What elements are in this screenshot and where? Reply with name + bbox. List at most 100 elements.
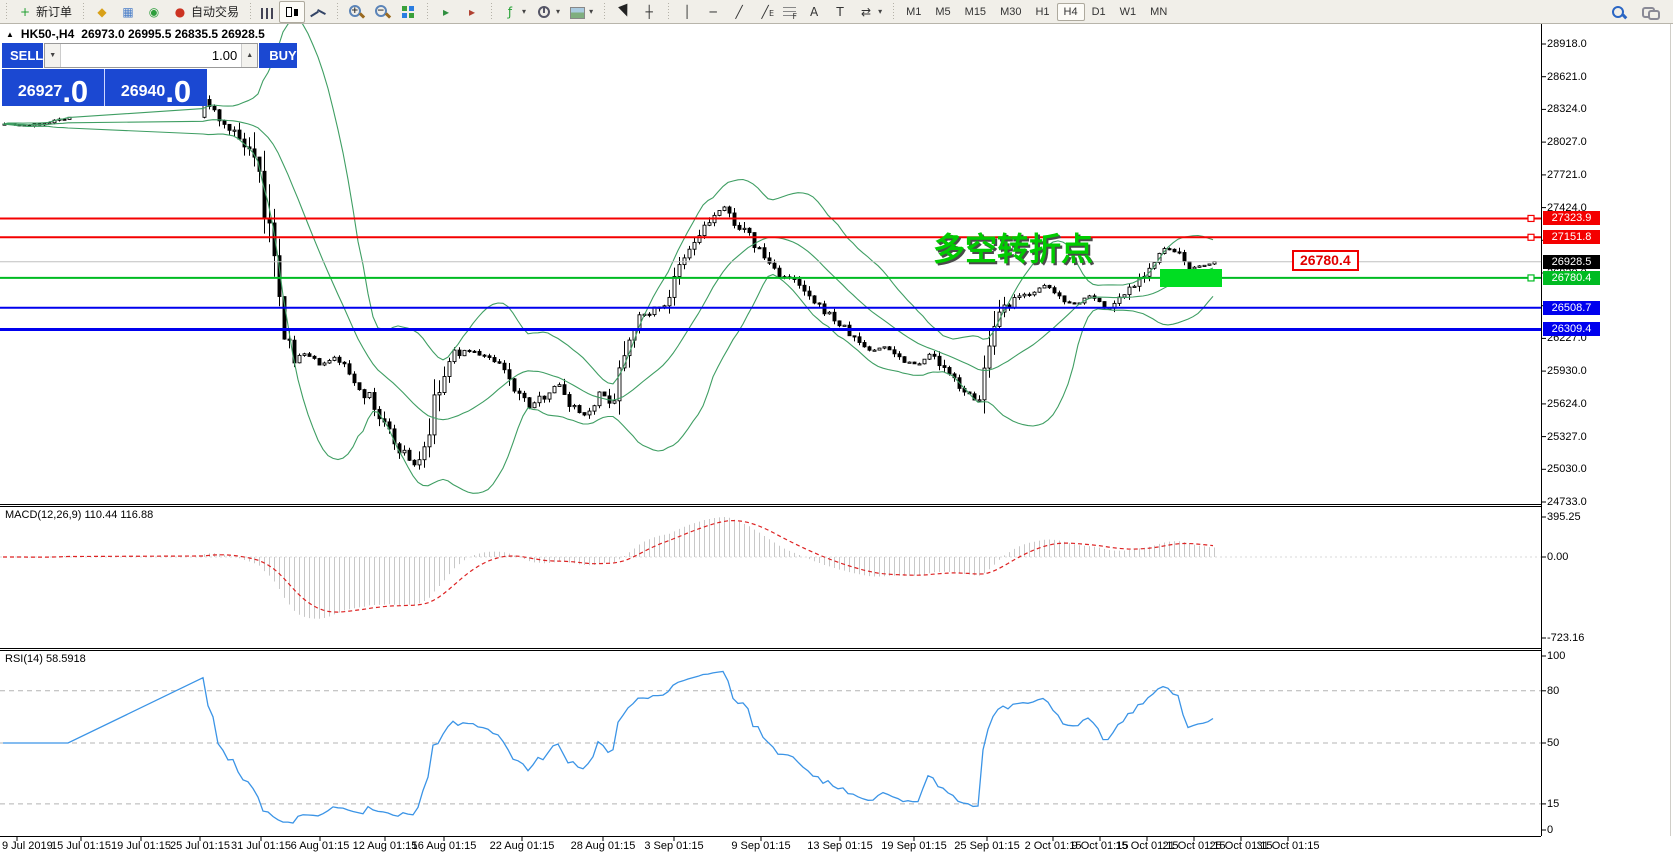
indicators-dropdown-icon[interactable]: ▾ [522, 7, 526, 16]
horizontal-level-lines [0, 215, 1541, 329]
resistance-line-1-price-chip: 27323.9 [1543, 211, 1600, 225]
crosshair-icon: ┼ [641, 4, 657, 20]
fibonacci-button[interactable]: F [778, 1, 801, 23]
x-axis-label: 19 Sep 01:15 [881, 840, 946, 852]
crosshair-button[interactable]: ┼ [636, 1, 662, 23]
resistance-line-2-handle[interactable] [1528, 234, 1534, 240]
bar-chart-button[interactable] [256, 1, 279, 23]
new-order-button[interactable]: +新订单 [12, 1, 77, 23]
signals-icon: ◉ [146, 4, 162, 20]
timeframe-h4-button[interactable]: H4 [1057, 3, 1085, 21]
auto-scroll-button[interactable]: ▸ [433, 1, 459, 23]
templates-icon [570, 7, 585, 19]
volume-decrease-button[interactable]: ▼ [45, 44, 61, 67]
search-button[interactable] [1605, 1, 1631, 23]
market-watch-icon: ◆ [94, 4, 110, 20]
tile-windows-button[interactable] [395, 1, 421, 23]
sell-button[interactable]: SELL [2, 43, 43, 68]
indicators-button[interactable]: ƒ▾ [497, 1, 531, 23]
toolbar-buttons: +新订单◆▦◉●自动交易+−▸▸ƒ▾▾▾┼│─╱╱EFAT⇄▾M1M5M15M3… [0, 0, 1605, 23]
toolbar-right [1605, 1, 1673, 23]
toolbar-separator [4, 3, 8, 21]
text-label-button[interactable]: T [827, 1, 853, 23]
y-axis-tick-label: 28027.0 [1547, 136, 1587, 148]
macd-signal-line [3, 521, 1213, 613]
chart-shift-button[interactable]: ▸ [459, 1, 485, 23]
buy-price[interactable]: 26940.0 [104, 69, 207, 106]
text-button[interactable]: A [801, 1, 827, 23]
signals-button[interactable]: ◉ [141, 1, 167, 23]
equidistant-channel-button[interactable]: ╱E [752, 1, 778, 23]
candlestick-chart-icon [284, 4, 300, 20]
timeframe-m1-button[interactable]: M1 [899, 3, 928, 21]
timeframe-m15-button[interactable]: M15 [958, 3, 993, 21]
rsi-axis-label: 80 [1547, 685, 1559, 697]
x-axis-label: 19 Jul 01:15 [111, 840, 171, 852]
arrows-button[interactable]: ⇄▾ [853, 1, 887, 23]
vertical-line-button[interactable]: │ [674, 1, 700, 23]
arrows-dropdown-icon[interactable]: ▾ [878, 7, 882, 16]
text-label-icon: T [832, 4, 848, 20]
macd-histogram [5, 517, 1215, 619]
rsi-axis-label: 0 [1547, 824, 1553, 836]
volume-input[interactable] [61, 44, 241, 67]
candlestick-series [3, 95, 1216, 469]
toolbar-separator [425, 3, 429, 21]
ohlc-values: 26973.0 26995.5 26835.5 26928.5 [81, 27, 265, 41]
timeframe-d1-button[interactable]: D1 [1085, 3, 1113, 21]
x-axis-label: 31 Jul 01:15 [231, 840, 291, 852]
annotation-price-label[interactable]: 26780.4 [1292, 250, 1359, 271]
pivot-line-handle[interactable] [1528, 275, 1534, 281]
collapse-panel-icon[interactable]: ▲ [6, 30, 14, 39]
y-axis-tick-label: 25327.0 [1547, 431, 1587, 443]
highlight-zone-rectangle[interactable] [1160, 269, 1222, 287]
x-axis-label: 9 Sep 01:15 [731, 840, 790, 852]
zoom-in-button[interactable]: + [343, 1, 369, 23]
cursor-icon [615, 4, 631, 20]
templates-dropdown-icon[interactable]: ▾ [589, 7, 593, 16]
timeframe-mn-button[interactable]: MN [1143, 3, 1174, 21]
auto-trading-button[interactable]: ●自动交易 [167, 1, 244, 23]
buy-button[interactable]: BUY [259, 43, 296, 68]
candlestick-chart-button[interactable] [279, 1, 305, 23]
timeframe-w1-button[interactable]: W1 [1113, 3, 1144, 21]
rsi-axis-label: 100 [1547, 650, 1565, 662]
zoom-out-button[interactable]: − [369, 1, 395, 23]
periods-dropdown-icon[interactable]: ▾ [556, 7, 560, 16]
templates-button[interactable]: ▾ [565, 1, 598, 23]
annotation-turning-point-text[interactable]: 多空转折点 [933, 224, 1093, 270]
timeframe-h1-button[interactable]: H1 [1028, 3, 1056, 21]
y-axis-tick-label: 25930.0 [1547, 365, 1587, 377]
support-line-1-price-chip: 26508.7 [1543, 301, 1600, 315]
line-chart-button[interactable] [305, 1, 331, 23]
y-axis-tick-label: 27721.0 [1547, 169, 1587, 181]
zoom-out-icon: − [374, 4, 390, 20]
volume-increase-button[interactable]: ▲ [241, 44, 257, 67]
rsi-axis-label: 15 [1547, 798, 1559, 810]
x-axis-label: 13 Sep 01:15 [807, 840, 872, 852]
x-axis-label: 31 Oct 01:15 [1257, 840, 1320, 852]
cursor-button[interactable] [610, 1, 636, 23]
sell-price[interactable]: 26927.0 [2, 69, 104, 106]
market-watch-button[interactable]: ◆ [89, 1, 115, 23]
x-axis-label: 12 Aug 01:15 [353, 840, 418, 852]
macd-axis-label: 395.25 [1547, 511, 1581, 523]
x-axis-label: 15 Jul 01:15 [51, 840, 111, 852]
x-axis-label: 6 Aug 01:15 [291, 840, 350, 852]
trendline-button[interactable]: ╱ [726, 1, 752, 23]
timeframe-m5-button[interactable]: M5 [928, 3, 957, 21]
resistance-line-1-handle[interactable] [1528, 215, 1534, 221]
chart-canvas[interactable] [0, 0, 1673, 857]
indicators-icon: ƒ [502, 4, 518, 20]
periods-button[interactable]: ▾ [531, 1, 565, 23]
y-axis-tick-label: 24733.0 [1547, 496, 1587, 508]
x-axis-label: 22 Aug 01:15 [490, 840, 555, 852]
timeframe-m30-button[interactable]: M30 [993, 3, 1028, 21]
new-order-label: 新订单 [36, 3, 72, 20]
chat-button[interactable] [1637, 1, 1663, 23]
zoom-in-icon: + [348, 4, 364, 20]
bar-chart-icon [261, 8, 274, 19]
x-axis-label: 28 Aug 01:15 [571, 840, 636, 852]
profiles-button[interactable]: ▦ [115, 1, 141, 23]
horizontal-line-button[interactable]: ─ [700, 1, 726, 23]
